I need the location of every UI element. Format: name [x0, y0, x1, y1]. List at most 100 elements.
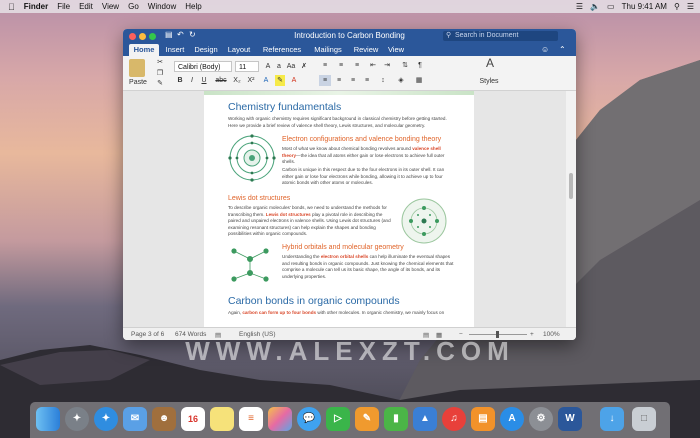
reminders-icon[interactable]: ≡: [239, 407, 263, 431]
itunes-icon[interactable]: ♫: [442, 407, 466, 431]
ibooks-icon[interactable]: ▤: [471, 407, 495, 431]
battery-icon[interactable]: ▭: [607, 2, 615, 11]
paste-button[interactable]: Paste: [127, 77, 149, 88]
sec3-paragraph: Understanding the electron orbital shell…: [282, 254, 454, 279]
paste-icon[interactable]: [129, 59, 145, 77]
numbers-icon[interactable]: ▮: [384, 407, 408, 431]
menu-go[interactable]: Go: [128, 2, 139, 11]
search-input[interactable]: ⚲ Search in Document: [443, 31, 558, 41]
shading-icon[interactable]: ◈: [395, 75, 407, 86]
heading-lewis-dot-structures: Lewis dot structures: [228, 195, 291, 202]
tab-insert[interactable]: Insert: [161, 44, 189, 56]
tab-review[interactable]: Review: [351, 44, 381, 56]
calendar-day: 16: [187, 414, 198, 424]
spotlight-icon[interactable]: ⚲: [674, 2, 680, 11]
text-effects-icon[interactable]: A: [261, 75, 271, 86]
tab-references[interactable]: References: [259, 44, 305, 56]
volume-icon[interactable]: 🔈: [590, 2, 600, 11]
messages-icon[interactable]: 💬: [297, 407, 321, 431]
show-marks-icon[interactable]: ¶: [414, 60, 426, 71]
grow-font-icon[interactable]: A: [263, 61, 273, 72]
finder-icon[interactable]: [36, 407, 60, 431]
scrollbar-thumb[interactable]: [569, 173, 573, 199]
tab-design[interactable]: Design: [191, 44, 221, 56]
tab-home[interactable]: Home: [129, 44, 159, 56]
clock[interactable]: Thu 9:41 AM: [622, 2, 667, 11]
align-left-icon[interactable]: ≡: [319, 75, 331, 86]
styles-icon[interactable]: A: [483, 57, 497, 69]
tab-layout[interactable]: Layout: [224, 44, 254, 56]
tab-mailings[interactable]: Mailings: [309, 44, 347, 56]
justify-icon[interactable]: ≡: [361, 75, 373, 86]
search-placeholder: Search in Document: [455, 32, 519, 39]
menu-window[interactable]: Window: [148, 2, 176, 11]
menu-bar:  Finder File Edit View Go Window Help ☰…: [0, 0, 700, 13]
change-case-icon[interactable]: Aa: [286, 61, 296, 72]
notes-icon[interactable]: [210, 407, 234, 431]
title-bar: ▤ ↶ ↻ Introduction to Carbon Bonding ⚲ S…: [123, 29, 576, 44]
styles-button[interactable]: Styles: [475, 76, 503, 87]
launchpad-icon[interactable]: ✦: [65, 407, 89, 431]
trash-icon[interactable]: □: [632, 407, 656, 431]
bullets-icon[interactable]: ≡: [319, 60, 331, 71]
menu-help[interactable]: Help: [185, 2, 201, 11]
line-spacing-icon[interactable]: ↕: [377, 75, 389, 86]
heading-electron-configurations: Electron configurations and valence bond…: [282, 136, 442, 143]
menu-edit[interactable]: Edit: [79, 2, 93, 11]
downloads-icon[interactable]: ↓: [600, 407, 624, 431]
notification-center-icon[interactable]: ☰: [687, 2, 694, 11]
calendar-icon[interactable]: 16: [181, 407, 205, 431]
font-name-select[interactable]: Calibri (Body): [174, 61, 232, 72]
apple-menu-icon[interactable]: : [8, 2, 15, 12]
ribbon-tabs: Home Insert Design Layout References Mai…: [123, 44, 576, 56]
system-preferences-icon[interactable]: ⚙: [529, 407, 553, 431]
menu-finder[interactable]: Finder: [24, 2, 48, 11]
page-banner: [204, 91, 474, 95]
facetime-icon[interactable]: ▷: [326, 407, 350, 431]
dock: ✦ ✦ ✉ ☻ 16 ≡ 💬 ▷ ✎ ▮ ▲ ♫ ▤ A ⚙ W ↓ □: [30, 402, 670, 438]
format-painter-icon[interactable]: ✎: [155, 78, 165, 89]
vertical-scrollbar[interactable]: [566, 91, 576, 327]
photos-icon[interactable]: [268, 407, 292, 431]
collapse-ribbon-icon[interactable]: ⌃: [559, 45, 566, 54]
font-color-icon[interactable]: A: [289, 75, 299, 86]
shrink-font-icon[interactable]: a: [274, 61, 284, 72]
clear-formatting-icon[interactable]: ✗: [299, 61, 309, 72]
mail-icon[interactable]: ✉: [123, 407, 147, 431]
safari-icon[interactable]: ✦: [94, 407, 118, 431]
heading-carbon-bonds: Carbon bonds in organic compounds: [228, 295, 400, 307]
lewis-dot-diagram: [401, 198, 447, 244]
font-size-select[interactable]: 11: [235, 61, 259, 72]
bold-button[interactable]: B: [175, 75, 185, 86]
pages-icon[interactable]: ✎: [355, 407, 379, 431]
search-icon: ⚲: [446, 32, 452, 39]
strikethrough-button[interactable]: abc: [213, 75, 229, 86]
app-store-icon[interactable]: A: [500, 407, 524, 431]
increase-indent-icon[interactable]: ⇥: [381, 60, 393, 71]
subscript-button[interactable]: X₂: [231, 75, 243, 86]
word-icon[interactable]: W: [558, 407, 582, 431]
underline-button[interactable]: U: [199, 75, 209, 86]
align-right-icon[interactable]: ≡: [347, 75, 359, 86]
tab-view[interactable]: View: [384, 44, 408, 56]
smiley-feedback-icon[interactable]: ☺: [541, 45, 549, 54]
multilevel-list-icon[interactable]: ≡: [351, 60, 363, 71]
wifi-icon[interactable]: ☰: [576, 2, 583, 11]
borders-icon[interactable]: ▦: [413, 75, 425, 86]
decrease-indent-icon[interactable]: ⇤: [367, 60, 379, 71]
menu-view[interactable]: View: [102, 2, 119, 11]
sort-icon[interactable]: ⇅: [399, 60, 411, 71]
menu-file[interactable]: File: [57, 2, 70, 11]
contacts-icon[interactable]: ☻: [152, 407, 176, 431]
keynote-icon[interactable]: ▲: [413, 407, 437, 431]
sec1-paragraph-1: Most of what we know about chemical bond…: [282, 146, 445, 165]
italic-button[interactable]: I: [187, 75, 197, 86]
superscript-button[interactable]: X²: [245, 75, 257, 86]
document-page[interactable]: Chemistry fundamentals Working with orga…: [204, 91, 474, 327]
molecule-diagram: [231, 248, 269, 282]
numbering-icon[interactable]: ≡: [335, 60, 347, 71]
heading-chemistry-fundamentals: Chemistry fundamentals: [228, 101, 342, 113]
align-center-icon[interactable]: ≡: [333, 75, 345, 86]
cut-icon[interactable]: ✂: [155, 57, 165, 68]
highlight-color-icon[interactable]: ✎: [275, 75, 285, 86]
